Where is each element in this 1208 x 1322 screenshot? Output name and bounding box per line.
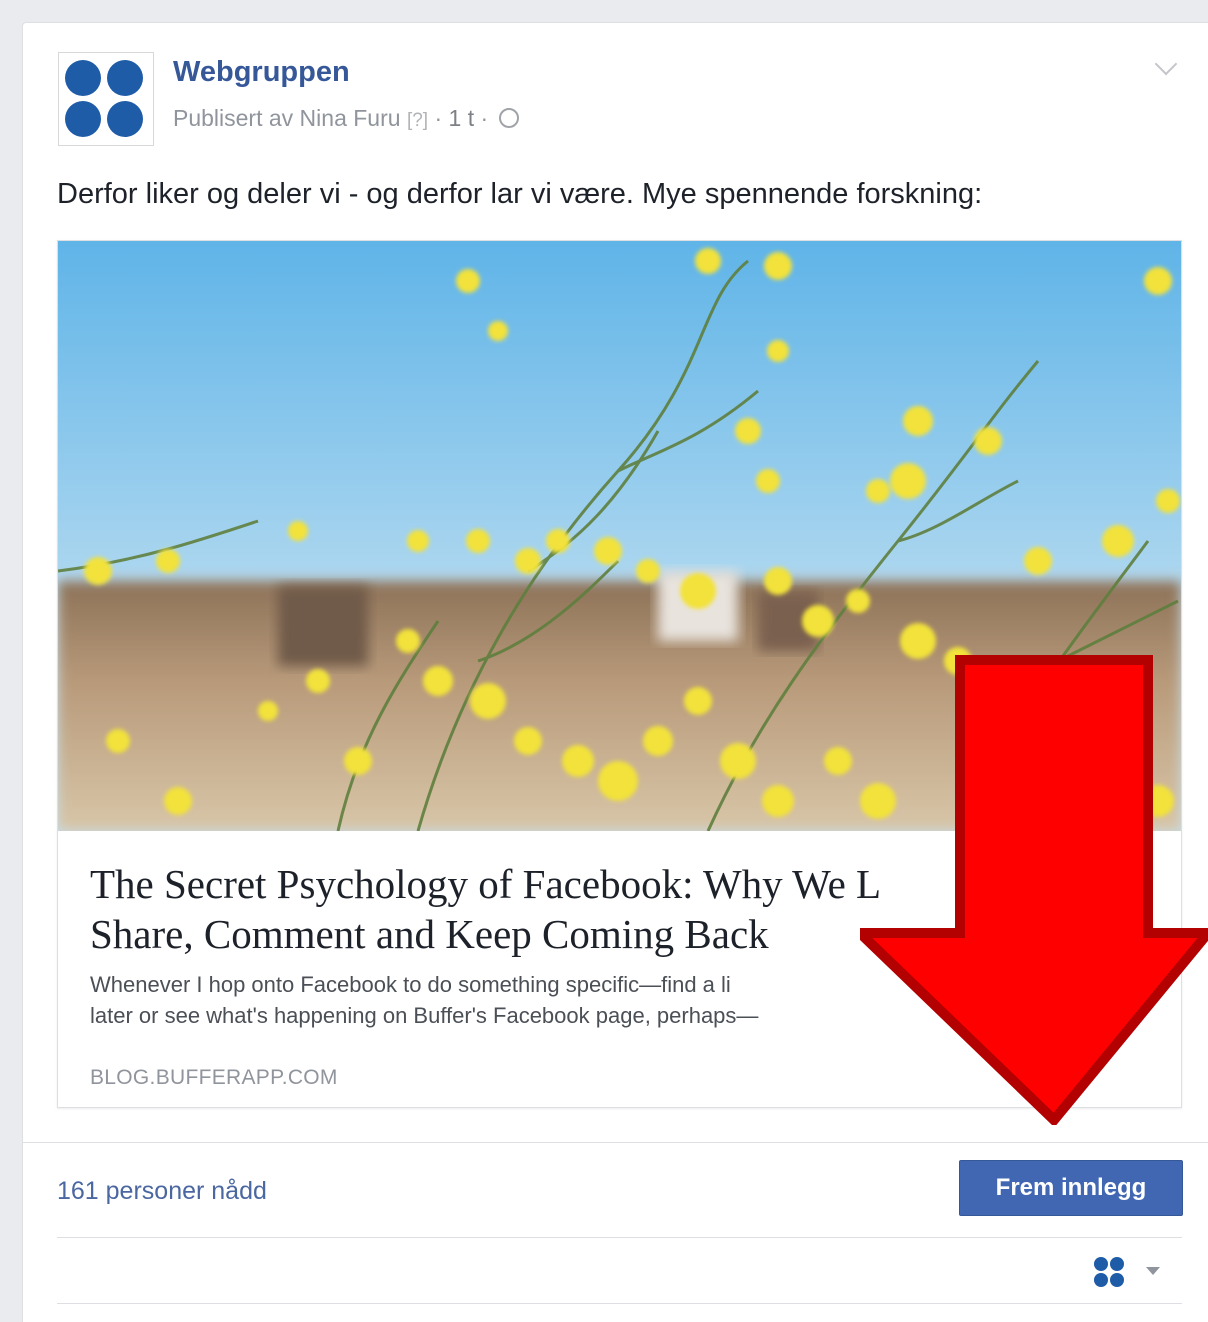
published-by[interactable]: Publisert av Nina Furu bbox=[173, 105, 401, 131]
divider bbox=[22, 1142, 1208, 1143]
divider bbox=[57, 1237, 1182, 1238]
post-text: Derfor liker og deler vi - og derfor lar… bbox=[57, 178, 983, 210]
page-avatar-icon bbox=[1092, 1255, 1126, 1289]
post-time[interactable]: 1 t bbox=[449, 105, 475, 131]
boost-post-button[interactable]: Frem innlegg bbox=[959, 1160, 1183, 1216]
page-switcher[interactable] bbox=[1092, 1253, 1172, 1293]
post-meta: Publisert av Nina Furu [?] · 1 t · bbox=[173, 105, 519, 132]
globe-icon[interactable] bbox=[498, 107, 519, 128]
caret-down-icon bbox=[1146, 1267, 1160, 1275]
page-name[interactable]: Webgruppen bbox=[173, 56, 350, 89]
separator: · bbox=[434, 105, 443, 131]
divider bbox=[57, 1303, 1182, 1304]
red-down-arrow bbox=[860, 655, 1208, 1125]
help-marker[interactable]: [?] bbox=[407, 110, 428, 131]
reach-count[interactable]: 161 personer nådd bbox=[57, 1177, 267, 1206]
separator: · bbox=[480, 105, 489, 131]
page-avatar[interactable] bbox=[58, 52, 154, 146]
link-domain[interactable]: BLOG.BUFFERAPP.COM bbox=[90, 1066, 338, 1090]
